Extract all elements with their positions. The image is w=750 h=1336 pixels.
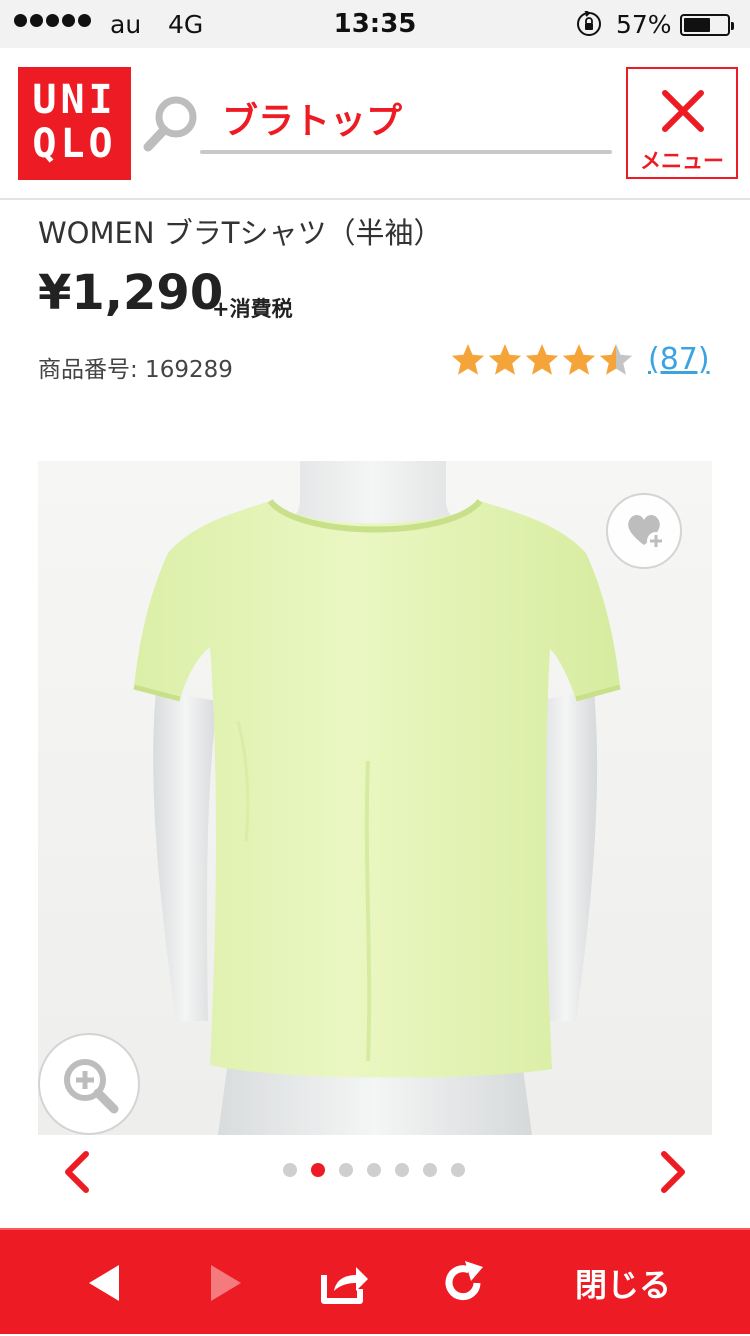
review-count-link[interactable]: (87) [648, 342, 710, 377]
product-number: 商品番号: 169289 [38, 357, 233, 383]
star-icon [488, 344, 522, 375]
carousel-dot[interactable] [283, 1163, 297, 1177]
logo-text-top: UNI [32, 77, 117, 123]
forward-button[interactable] [180, 1230, 270, 1336]
product-price: ¥1,290 [38, 265, 224, 321]
carousel-dot[interactable] [367, 1163, 381, 1177]
carousel-pagination [283, 1163, 465, 1177]
search-underline [200, 150, 612, 154]
back-triangle-icon [89, 1265, 119, 1301]
menu-label: メニュー [640, 149, 724, 173]
back-button[interactable] [60, 1230, 150, 1336]
star-icon [562, 344, 596, 375]
carousel-dot[interactable] [339, 1163, 353, 1177]
close-icon [662, 90, 704, 132]
uniqlo-logo[interactable]: UNI QLO [18, 67, 131, 180]
star-icon [599, 344, 633, 375]
tax-note: +消費税 [212, 297, 293, 321]
battery-icon [680, 14, 734, 36]
zoom-in-icon [64, 1059, 119, 1114]
forward-triangle-icon [211, 1265, 241, 1301]
site-header: UNI QLO ブラトップ メニュー [0, 48, 750, 200]
menu-button[interactable]: メニュー [626, 67, 738, 179]
close-button[interactable]: 閉じる [548, 1230, 698, 1336]
chevron-left-icon[interactable] [60, 1150, 92, 1194]
share-icon [321, 1267, 368, 1304]
search-input[interactable]: ブラトップ [222, 92, 402, 144]
rating-stars [451, 344, 633, 375]
zoom-button[interactable] [38, 1033, 140, 1135]
battery-percent: 57% [616, 10, 672, 39]
reload-icon [445, 1261, 483, 1301]
product-title: WOMEN ブラTシャツ（半袖） [38, 216, 443, 250]
heart-plus-icon [628, 514, 665, 550]
carousel-dot[interactable] [311, 1163, 325, 1177]
rotation-lock-icon [577, 11, 601, 36]
reload-button[interactable] [418, 1230, 508, 1336]
search-icon[interactable] [142, 93, 200, 153]
chevron-right-icon[interactable] [658, 1150, 690, 1194]
product-image[interactable] [38, 461, 712, 1135]
carousel-dot[interactable] [451, 1163, 465, 1177]
wishlist-button[interactable] [606, 493, 682, 569]
browser-toolbar: 閉じる [0, 1228, 750, 1334]
share-button[interactable] [300, 1230, 390, 1336]
carousel-dot[interactable] [395, 1163, 409, 1177]
logo-text-bottom: QLO [32, 121, 117, 167]
status-bar: au 4G 13:35 57% [0, 0, 750, 48]
carousel-dot[interactable] [423, 1163, 437, 1177]
star-icon [451, 344, 485, 375]
star-icon [525, 344, 559, 375]
